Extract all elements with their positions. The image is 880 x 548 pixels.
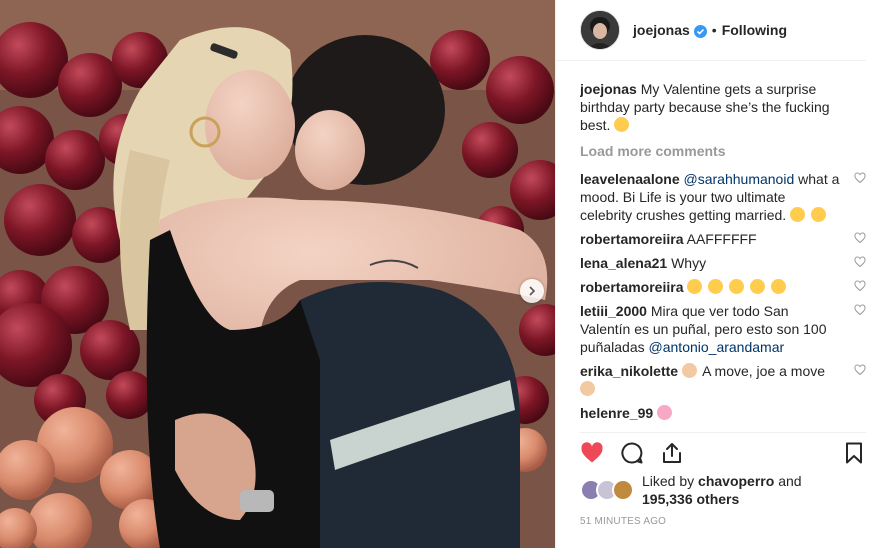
caption: joejonas My Valentine gets a surprise bi… bbox=[580, 80, 866, 134]
header-username[interactable]: joejonas bbox=[633, 22, 690, 38]
photo-illustration bbox=[0, 0, 555, 548]
comment-like-heart-icon[interactable] bbox=[854, 232, 866, 244]
action-bar bbox=[580, 432, 866, 473]
bookmark-icon[interactable] bbox=[842, 441, 866, 465]
share-icon[interactable] bbox=[660, 441, 684, 465]
comment-text: Whyy bbox=[671, 255, 707, 271]
comment-like-heart-icon[interactable] bbox=[854, 172, 866, 184]
avatar-image bbox=[581, 11, 619, 49]
liker-avatars[interactable] bbox=[580, 479, 634, 501]
comment-mention[interactable]: @antonio_arandamar bbox=[649, 339, 785, 355]
comment-text: AAFFFFFF bbox=[686, 231, 757, 247]
likes-text: Liked by chavoperro and 195,336 others bbox=[642, 472, 802, 508]
comment-like-heart-icon[interactable] bbox=[854, 256, 866, 268]
following-button[interactable]: Following bbox=[722, 22, 787, 38]
comment-item: robertamoreiira AAFFFFFF bbox=[580, 230, 866, 248]
comment-item: robertamoreiira bbox=[580, 278, 866, 296]
comments-list: joejonas My Valentine gets a surprise bi… bbox=[580, 80, 866, 432]
post-photo[interactable] bbox=[0, 0, 555, 548]
heart-eyes-emoji-icon bbox=[770, 279, 786, 294]
comment-username[interactable]: leavelenaalone bbox=[580, 171, 680, 187]
load-more-comments-button[interactable]: Load more comments bbox=[580, 142, 866, 160]
instagram-post: joejonas • Following joejonas My Valenti… bbox=[0, 0, 880, 548]
comment-item: leavelenaalone @sarahhumanoid what a moo… bbox=[580, 170, 866, 224]
caption-username[interactable]: joejonas bbox=[580, 81, 637, 97]
weary-face-emoji-icon bbox=[810, 207, 826, 222]
heart-eyes-emoji-icon bbox=[687, 279, 703, 294]
clapping-hands-emoji-icon bbox=[681, 363, 697, 378]
post-timestamp[interactable]: 51 MINUTES AGO bbox=[580, 516, 666, 527]
comment-item: erika_nikolette A move, joe a move bbox=[580, 362, 866, 398]
comment-username[interactable]: robertamoreiira bbox=[580, 279, 683, 295]
likes-and: and bbox=[778, 473, 802, 489]
verified-badge-icon bbox=[693, 24, 707, 38]
likes-count[interactable]: 195,336 others bbox=[642, 491, 739, 507]
avatar[interactable] bbox=[580, 10, 620, 50]
comment-bubble-icon[interactable] bbox=[620, 441, 644, 465]
comment-like-heart-icon[interactable] bbox=[854, 280, 866, 292]
comment-like-heart-icon[interactable] bbox=[854, 364, 866, 376]
comment-username[interactable]: erika_nikolette bbox=[580, 363, 678, 379]
comment-item: lena_alena21 Whyy bbox=[580, 254, 866, 272]
clapping-hands-emoji-icon bbox=[580, 381, 595, 396]
comment-username[interactable]: lena_alena21 bbox=[580, 255, 667, 271]
comment-text: A move, joe a move bbox=[702, 363, 826, 379]
weary-face-emoji-icon bbox=[790, 207, 806, 222]
liker-avatar bbox=[612, 479, 634, 501]
like-heart-icon[interactable] bbox=[580, 441, 604, 465]
liked-by-label: Liked by bbox=[642, 473, 695, 489]
pink-hearts-emoji-icon bbox=[657, 405, 673, 420]
comment-username[interactable]: letiii_2000 bbox=[580, 303, 647, 319]
comment-item: helenre_99 bbox=[580, 404, 866, 422]
comment-mention[interactable]: @sarahhumanoid bbox=[684, 171, 795, 187]
heart-eyes-emoji-icon bbox=[750, 279, 766, 294]
chevron-right-icon bbox=[529, 286, 536, 296]
likes-summary: Liked by chavoperro and 195,336 others bbox=[580, 472, 802, 508]
comment-username[interactable]: helenre_99 bbox=[580, 405, 653, 421]
separator-dot: • bbox=[711, 22, 717, 38]
next-photo-button[interactable] bbox=[520, 279, 544, 303]
post-sidebar: joejonas • Following joejonas My Valenti… bbox=[555, 0, 880, 548]
comment-username[interactable]: robertamoreiira bbox=[580, 231, 683, 247]
post-header: joejonas • Following bbox=[556, 0, 866, 61]
liked-by-user[interactable]: chavoperro bbox=[698, 473, 774, 489]
heart-eyes-emoji-icon bbox=[708, 279, 724, 294]
comment-item: letiii_2000 Mira que ver todo San Valent… bbox=[580, 302, 866, 356]
comment-like-heart-icon[interactable] bbox=[854, 304, 866, 316]
heart-eyes-emoji-icon bbox=[729, 279, 745, 294]
heart-eyes-emoji-icon bbox=[614, 117, 630, 132]
